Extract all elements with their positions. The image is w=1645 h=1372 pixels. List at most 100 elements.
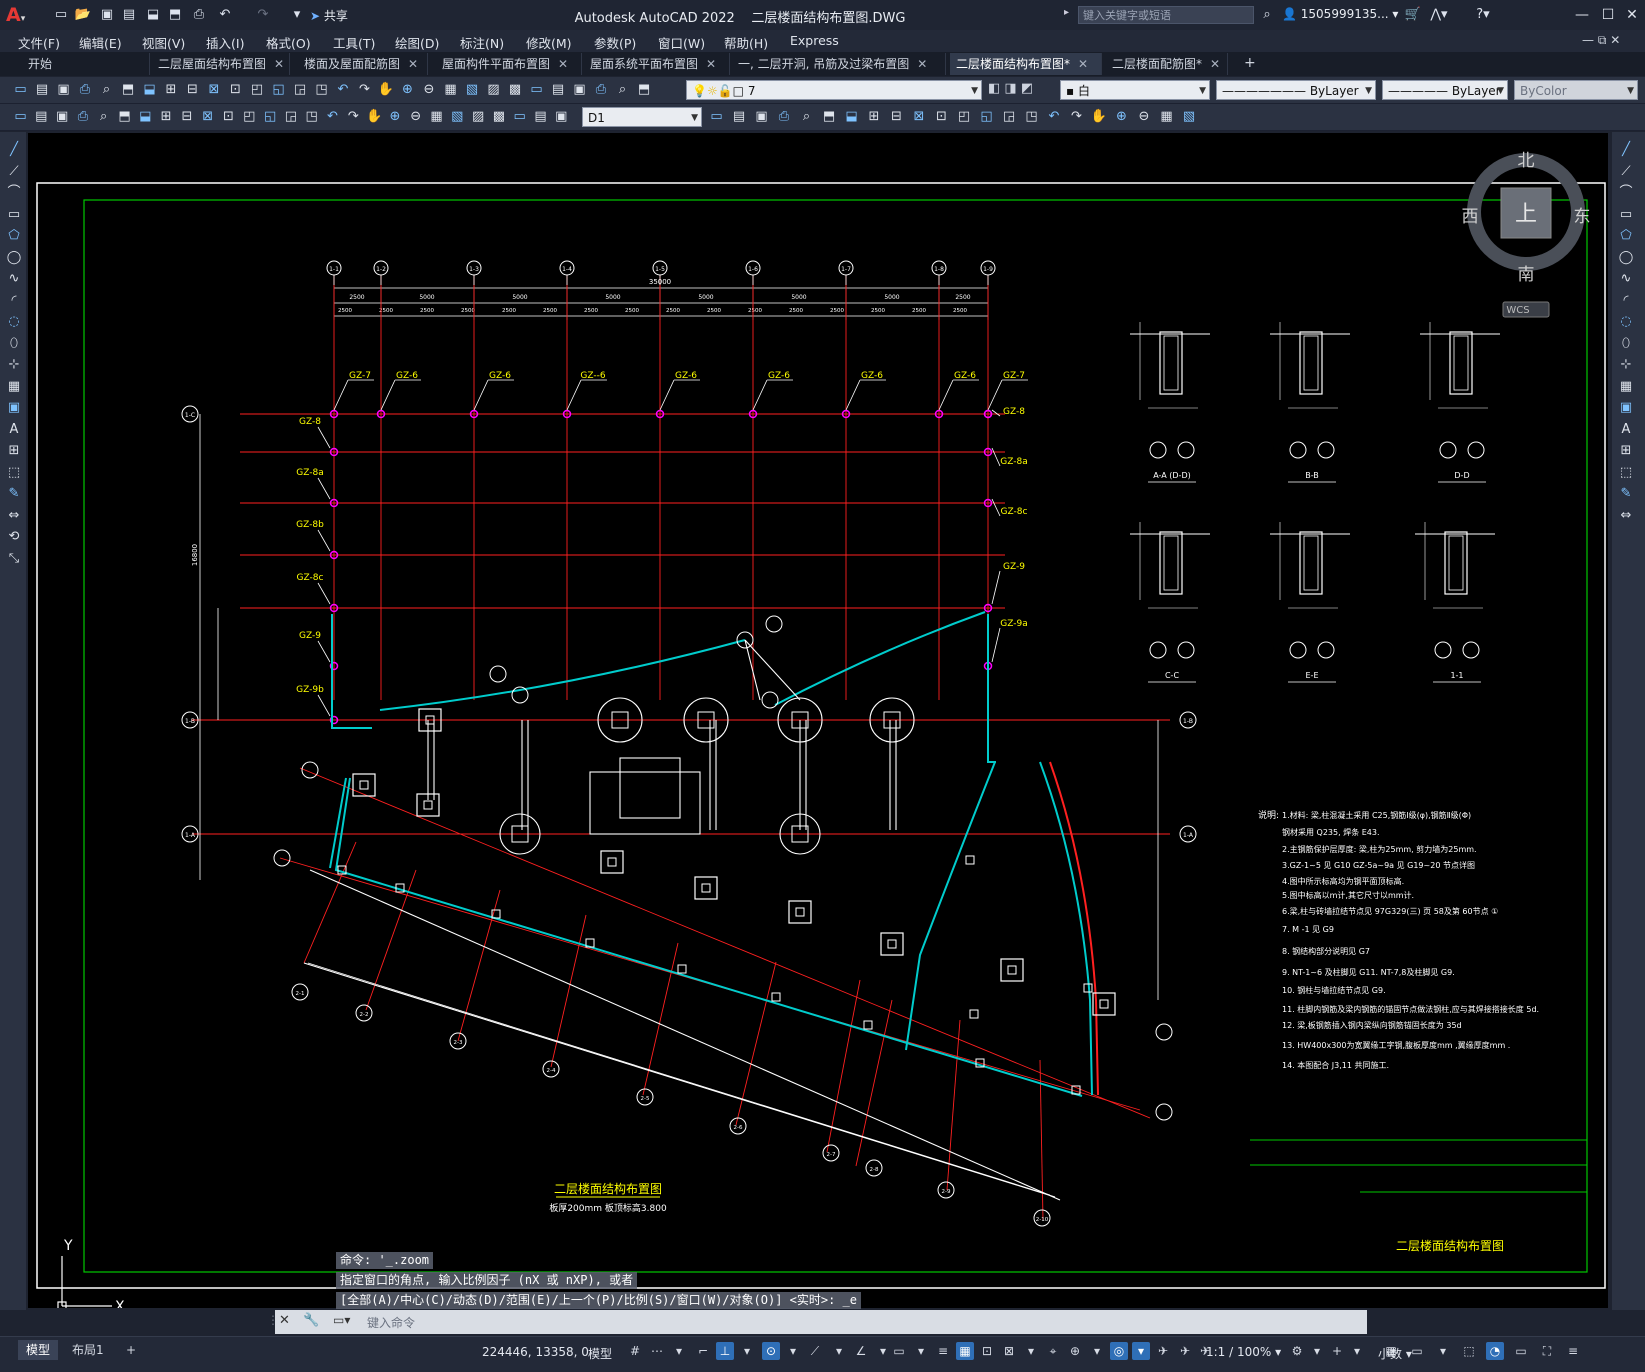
status-tool-icon[interactable]: ⬚ <box>1460 1342 1478 1360</box>
dimension-tool-icon[interactable]: ⬒ <box>116 108 133 125</box>
dimension-tool-icon[interactable]: ▦ <box>428 108 445 125</box>
modify-tool-icon[interactable]: A <box>1618 422 1634 438</box>
status-tool-icon[interactable]: + <box>1328 1342 1346 1360</box>
dimension-tool-icon[interactable]: ↷ <box>345 108 362 125</box>
status-tool-icon[interactable]: ▭ <box>1512 1342 1530 1360</box>
dimension-tool-icon[interactable]: ⬓ <box>137 108 154 125</box>
modify-tool-icon[interactable]: ⬯ <box>1618 336 1634 352</box>
standard-tool-icon[interactable]: ⊞ <box>163 81 180 98</box>
status-toggle-icon[interactable]: ▾ <box>1022 1342 1040 1360</box>
drawing-svg[interactable]: 350002500 5000 5000 5000 5000 5000 5000 2500250… <box>28 133 1608 1308</box>
menu-insert[interactable]: 插入(I) <box>206 33 244 52</box>
redo-icon[interactable]: ↷ <box>254 6 272 23</box>
dimstyle-dropdown[interactable]: D1 ▼ <box>582 107 702 127</box>
standard-tool-icon[interactable]: ⎙ <box>77 81 94 98</box>
dimension-tool-icon[interactable]: ⊠ <box>199 108 216 125</box>
status-tool-icon[interactable]: ▾ <box>1348 1342 1366 1360</box>
standard-tool-icon[interactable]: ▭ <box>528 81 545 98</box>
status-toggle-icon[interactable]: ⊕ <box>1066 1342 1084 1360</box>
modify-tool-icon[interactable]: ⬓ <box>843 108 860 125</box>
dimension-tool-icon[interactable]: ▩ <box>490 108 507 125</box>
standard-tool-icon[interactable]: ◱ <box>270 81 287 98</box>
modify-tool-icon[interactable]: ▧ <box>1181 108 1198 125</box>
menu-help[interactable]: 帮助(H) <box>724 33 768 52</box>
standard-tool-icon[interactable]: ⌕ <box>614 81 631 98</box>
status-tool-icon[interactable]: ⛶ <box>1538 1342 1556 1360</box>
tab-roof-structure[interactable]: 二层屋面结构布置图 ✕ <box>152 53 290 75</box>
standard-tool-icon[interactable]: ▭ <box>12 81 29 98</box>
standard-tool-icon[interactable]: ▤ <box>34 81 51 98</box>
command-input[interactable]: 键入命令 <box>367 1314 415 1331</box>
autocad-logo[interactable]: A▾ <box>6 4 30 26</box>
modify-tool-icon[interactable]: ⊞ <box>1618 443 1634 459</box>
command-line[interactable]: ⋮ ✕ 🔧 ▭▾ 键入命令 <box>267 1310 1367 1334</box>
close-tab-icon[interactable]: ✕ <box>274 57 284 71</box>
standard-tool-icon[interactable]: ◰ <box>249 81 266 98</box>
standard-tool-icon[interactable]: ⬒ <box>636 81 653 98</box>
dimension-tool-icon[interactable]: ✋ <box>366 108 383 125</box>
share-button[interactable]: ➤ 共享 <box>310 7 348 24</box>
modify-tool-icon[interactable]: ⎙ <box>776 108 793 125</box>
draw-tool-icon[interactable]: ⬠ <box>6 228 22 244</box>
modify-tool-icon[interactable]: ⬒ <box>821 108 838 125</box>
standard-tool-icon[interactable]: ⎙ <box>593 81 610 98</box>
modify-tool-icon[interactable]: ↷ <box>1068 108 1085 125</box>
coordinates-readout[interactable]: 224446, 13358, 0 <box>482 1345 589 1359</box>
modify-tool-icon[interactable]: ⊞ <box>866 108 883 125</box>
dimension-tool-icon[interactable]: ▭ <box>511 108 528 125</box>
draw-tool-icon[interactable]: ◯ <box>6 250 22 266</box>
dimension-tool-icon[interactable]: ▤ <box>33 108 50 125</box>
dimension-tool-icon[interactable]: ⊟ <box>178 108 195 125</box>
dimension-tool-icon[interactable]: ⌕ <box>95 108 112 125</box>
draw-tool-icon[interactable]: ◜ <box>6 293 22 309</box>
status-tool-icon[interactable]: ≡ <box>1564 1342 1582 1360</box>
customize-qat-icon[interactable]: ▾ <box>288 6 306 23</box>
dimension-tool-icon[interactable]: ▧ <box>449 108 466 125</box>
draw-tool-icon[interactable]: ⊞ <box>6 443 22 459</box>
model-space-toggle[interactable]: 模型 <box>588 1345 612 1362</box>
draw-tool-icon[interactable]: ◌ <box>6 314 22 330</box>
standard-tool-icon[interactable]: ▣ <box>55 81 72 98</box>
standard-tool-icon[interactable]: ⊟ <box>184 81 201 98</box>
close-tab-icon[interactable]: ✕ <box>558 57 568 71</box>
modify-tool-icon[interactable]: ◌ <box>1618 314 1634 330</box>
modify-tool-icon[interactable]: ⌕ <box>798 108 815 125</box>
modify-tool-icon[interactable]: ⊡ <box>933 108 950 125</box>
new-icon[interactable]: ▭ <box>52 6 70 23</box>
dimension-tool-icon[interactable]: ▣ <box>553 108 570 125</box>
close-tab-icon[interactable]: ✕ <box>1210 57 1220 71</box>
dimension-tool-icon[interactable]: ▤ <box>532 108 549 125</box>
linetype-dropdown[interactable]: ——————— ByLayer ▼ <box>1216 80 1376 100</box>
dimension-tool-icon[interactable]: ⊕ <box>386 108 403 125</box>
draw-tool-icon[interactable]: ⤡ <box>6 551 22 567</box>
drawing-area[interactable]: 35000 2500 5000 5000 5000 5000 5000 5000 2500 250… <box>28 133 1608 1308</box>
dimension-tool-icon[interactable]: ◳ <box>303 108 320 125</box>
dimension-tool-icon[interactable]: ▣ <box>54 108 71 125</box>
dimension-tool-icon[interactable]: ▭ <box>12 108 29 125</box>
close-tab-icon[interactable]: ✕ <box>408 57 418 71</box>
search-input[interactable]: 键入关键字或短语 <box>1078 6 1254 24</box>
modify-tool-icon[interactable]: ◜ <box>1618 293 1634 309</box>
maximize-button[interactable]: ☐ <box>1596 4 1620 26</box>
close-tab-icon[interactable]: ✕ <box>706 57 716 71</box>
units-dropdown[interactable]: 小数 ▾ <box>1378 1345 1412 1362</box>
status-toggle-icon[interactable]: ✈ <box>1176 1342 1194 1360</box>
status-toggle-icon[interactable]: ▾ <box>830 1342 848 1360</box>
draw-tool-icon[interactable]: ✎ <box>6 486 22 502</box>
modify-tool-icon[interactable]: ✋ <box>1091 108 1108 125</box>
undo-icon[interactable]: ↶ <box>216 6 234 23</box>
web-save-icon[interactable]: ⬒ <box>166 6 184 23</box>
status-toggle-icon[interactable]: ⋯ <box>648 1342 666 1360</box>
modify-tool-icon[interactable]: ⊠ <box>911 108 928 125</box>
standard-tool-icon[interactable]: ▦ <box>442 81 459 98</box>
standard-tool-icon[interactable]: ◲ <box>292 81 309 98</box>
viewcube-north[interactable]: 北 <box>1518 151 1535 171</box>
add-layout-icon[interactable]: + <box>118 1340 144 1360</box>
status-toggle-icon[interactable]: # <box>626 1342 644 1360</box>
viewcube[interactable]: 上 北 南 西 东 WCS <box>1462 151 1591 318</box>
standard-tool-icon[interactable]: ⊕ <box>399 81 416 98</box>
status-tool-icon[interactable]: ◔ <box>1486 1342 1504 1360</box>
minimize-button[interactable]: — <box>1570 4 1594 26</box>
modify-tool-icon[interactable]: ↶ <box>1046 108 1063 125</box>
lineweight-dropdown[interactable]: ————— ByLayer ▼ <box>1382 80 1508 100</box>
